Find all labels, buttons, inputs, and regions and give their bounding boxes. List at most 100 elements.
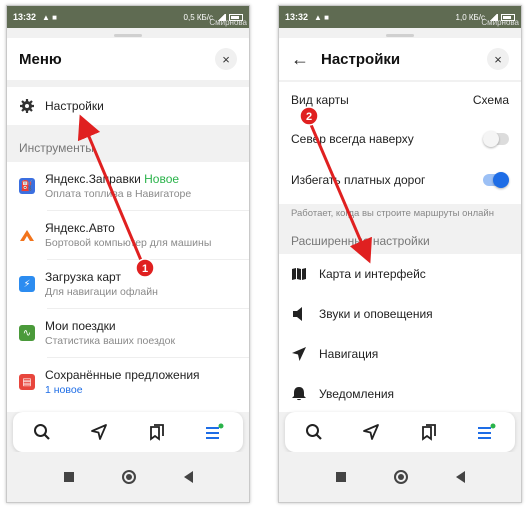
item-title: Яндекс.Заправки	[45, 172, 141, 186]
recents-icon[interactable]	[63, 472, 74, 482]
saved-icon: ▤	[19, 374, 35, 390]
status-time: 13:32	[285, 12, 309, 22]
bookmarks-icon	[421, 424, 436, 441]
fuel-icon: ⛽	[19, 178, 35, 194]
back-icon[interactable]	[183, 471, 193, 483]
home-icon[interactable]	[121, 470, 136, 484]
list-item-trips[interactable]: ∿ Мои поездки Статистика ваших поездок	[7, 309, 249, 357]
settings-item-navigation[interactable]: Навигация	[279, 334, 521, 374]
menu-sheet: Меню × Настройки Инструменты ⛽ Яндекс.За…	[7, 30, 249, 412]
bottom-tab-bar	[13, 412, 243, 452]
menu-header: Меню ×	[7, 38, 249, 80]
north-up-label: Север всегда наверху	[291, 132, 414, 146]
sheet-handle[interactable]	[114, 34, 142, 37]
settings-item-label: Уведомления	[319, 387, 395, 401]
home-icon[interactable]	[393, 470, 408, 484]
item-title: Мои поездки	[45, 319, 116, 333]
settings-row[interactable]: Настройки	[7, 87, 249, 125]
status-time: 13:32	[13, 12, 37, 22]
settings-sheet: ← Настройки × Вид карты Схема Север всег…	[279, 30, 521, 412]
tab-navigator[interactable]	[84, 417, 114, 447]
android-nav-bar	[7, 452, 249, 502]
sound-icon	[293, 307, 302, 321]
list-item-fuel[interactable]: ⛽ Яндекс.Заправки Новое Оплата топлива в…	[7, 162, 249, 210]
close-button[interactable]: ×	[215, 48, 237, 70]
item-subtitle: Статистика ваших поездок	[45, 335, 176, 347]
settings-item-label: Карта и интерфейс	[319, 267, 426, 281]
trips-icon: ∿	[19, 325, 35, 341]
close-button[interactable]: ×	[487, 48, 509, 70]
android-nav-bar	[279, 452, 521, 502]
search-icon	[33, 424, 50, 440]
settings-item-map[interactable]: Карта и интерфейс	[279, 254, 521, 294]
north-up-toggle[interactable]	[483, 131, 509, 147]
settings-item-label: Навигация	[319, 347, 379, 361]
navigation-arrow-icon	[91, 424, 108, 440]
status-bar: 13:32 ▲ ■ 0,5 КБ/с Смирнова	[7, 6, 249, 28]
settings-item-notifications[interactable]: Уведомления	[279, 374, 521, 412]
settings-title: Настройки	[321, 50, 401, 68]
menu-icon	[478, 423, 496, 439]
status-bar: 13:32 ▲ ■ 1,0 КБ/с Смирнова	[279, 6, 521, 28]
north-up-row[interactable]: Север всегда наверху	[279, 118, 521, 160]
close-icon: ×	[222, 51, 230, 67]
back-arrow-icon[interactable]: ←	[291, 49, 309, 70]
right-phone-screen: 13:32 ▲ ■ 1,0 КБ/с Смирнова ← Настройки …	[278, 5, 522, 503]
back-icon[interactable]	[455, 471, 465, 483]
auto-icon	[19, 227, 35, 243]
item-subtitle: 1 новое	[45, 384, 83, 396]
avoid-tolls-toggle[interactable]	[483, 172, 509, 188]
map-view-value: Схема	[472, 93, 509, 107]
tab-bookmarks[interactable]	[142, 417, 172, 447]
tab-search[interactable]	[27, 417, 57, 447]
item-title: Яндекс.Авто	[45, 221, 115, 235]
close-icon: ×	[494, 51, 502, 67]
tab-menu[interactable]	[199, 417, 229, 447]
tab-menu[interactable]	[471, 417, 501, 447]
menu-title: Меню	[19, 50, 62, 68]
new-badge: Новое	[144, 172, 180, 186]
recents-icon[interactable]	[335, 472, 346, 482]
list-item-saved[interactable]: ▤ Сохранённые предложения 1 новое	[7, 358, 249, 406]
map-view-label: Вид карты	[291, 93, 349, 107]
item-title: Загрузка карт	[45, 270, 121, 284]
search-icon	[305, 424, 322, 440]
bell-icon	[292, 387, 306, 401]
map-view-row[interactable]: Вид карты Схема	[279, 82, 521, 118]
tolls-note: Работает, когда вы строите маршруты онла…	[291, 208, 494, 219]
gear-icon	[20, 99, 34, 113]
item-subtitle: Оплата топлива в Навигаторе	[45, 188, 192, 200]
left-phone-screen: 13:32 ▲ ■ 0,5 КБ/с Смирнова Меню × Настр…	[6, 5, 250, 503]
map-settings-card: Вид карты Схема Север всегда наверху Изб…	[279, 82, 521, 204]
settings-item-label: Звуки и оповещения	[319, 307, 433, 321]
list-item-auto[interactable]: Яндекс.Авто Бортовой компьютер для машин…	[7, 211, 249, 259]
sheet-handle[interactable]	[386, 34, 414, 37]
tools-section-label: Инструменты	[19, 141, 94, 155]
tab-bookmarks[interactable]	[414, 417, 444, 447]
settings-header: ← Настройки ×	[279, 38, 521, 80]
tab-navigator[interactable]	[356, 417, 386, 447]
tools-list: ⛽ Яндекс.Заправки Новое Оплата топлива в…	[7, 162, 249, 412]
bookmarks-icon	[149, 424, 164, 441]
signal-icon: ▲ ■	[314, 12, 330, 22]
signal-icon: ▲ ■	[42, 12, 58, 22]
menu-icon	[206, 423, 224, 439]
avoid-tolls-label: Избегать платных дорог	[291, 173, 426, 187]
map-street-label: Смирнова	[209, 18, 247, 27]
advanced-section-label: Расширенные настройки	[291, 234, 430, 248]
item-subtitle: Бортовой компьютер для машины	[45, 237, 212, 249]
avoid-tolls-row[interactable]: Избегать платных дорог	[279, 160, 521, 200]
map-street-label: Смирнова	[481, 18, 519, 27]
tab-search[interactable]	[299, 417, 329, 447]
bottom-tab-bar	[285, 412, 515, 452]
settings-label: Настройки	[45, 99, 104, 113]
navigation-arrow-icon	[363, 424, 380, 440]
item-title: Сохранённые предложения	[45, 368, 200, 382]
map-icon	[292, 268, 306, 280]
settings-item-sounds[interactable]: Звуки и оповещения	[279, 294, 521, 334]
navigation-icon	[292, 347, 306, 361]
list-item-download[interactable]: ⚡ Загрузка карт Для навигации офлайн	[7, 260, 249, 308]
download-icon: ⚡	[19, 276, 35, 292]
advanced-list: Карта и интерфейс Звуки и оповещения Нав…	[279, 254, 521, 412]
item-subtitle: Для навигации офлайн	[45, 286, 158, 298]
